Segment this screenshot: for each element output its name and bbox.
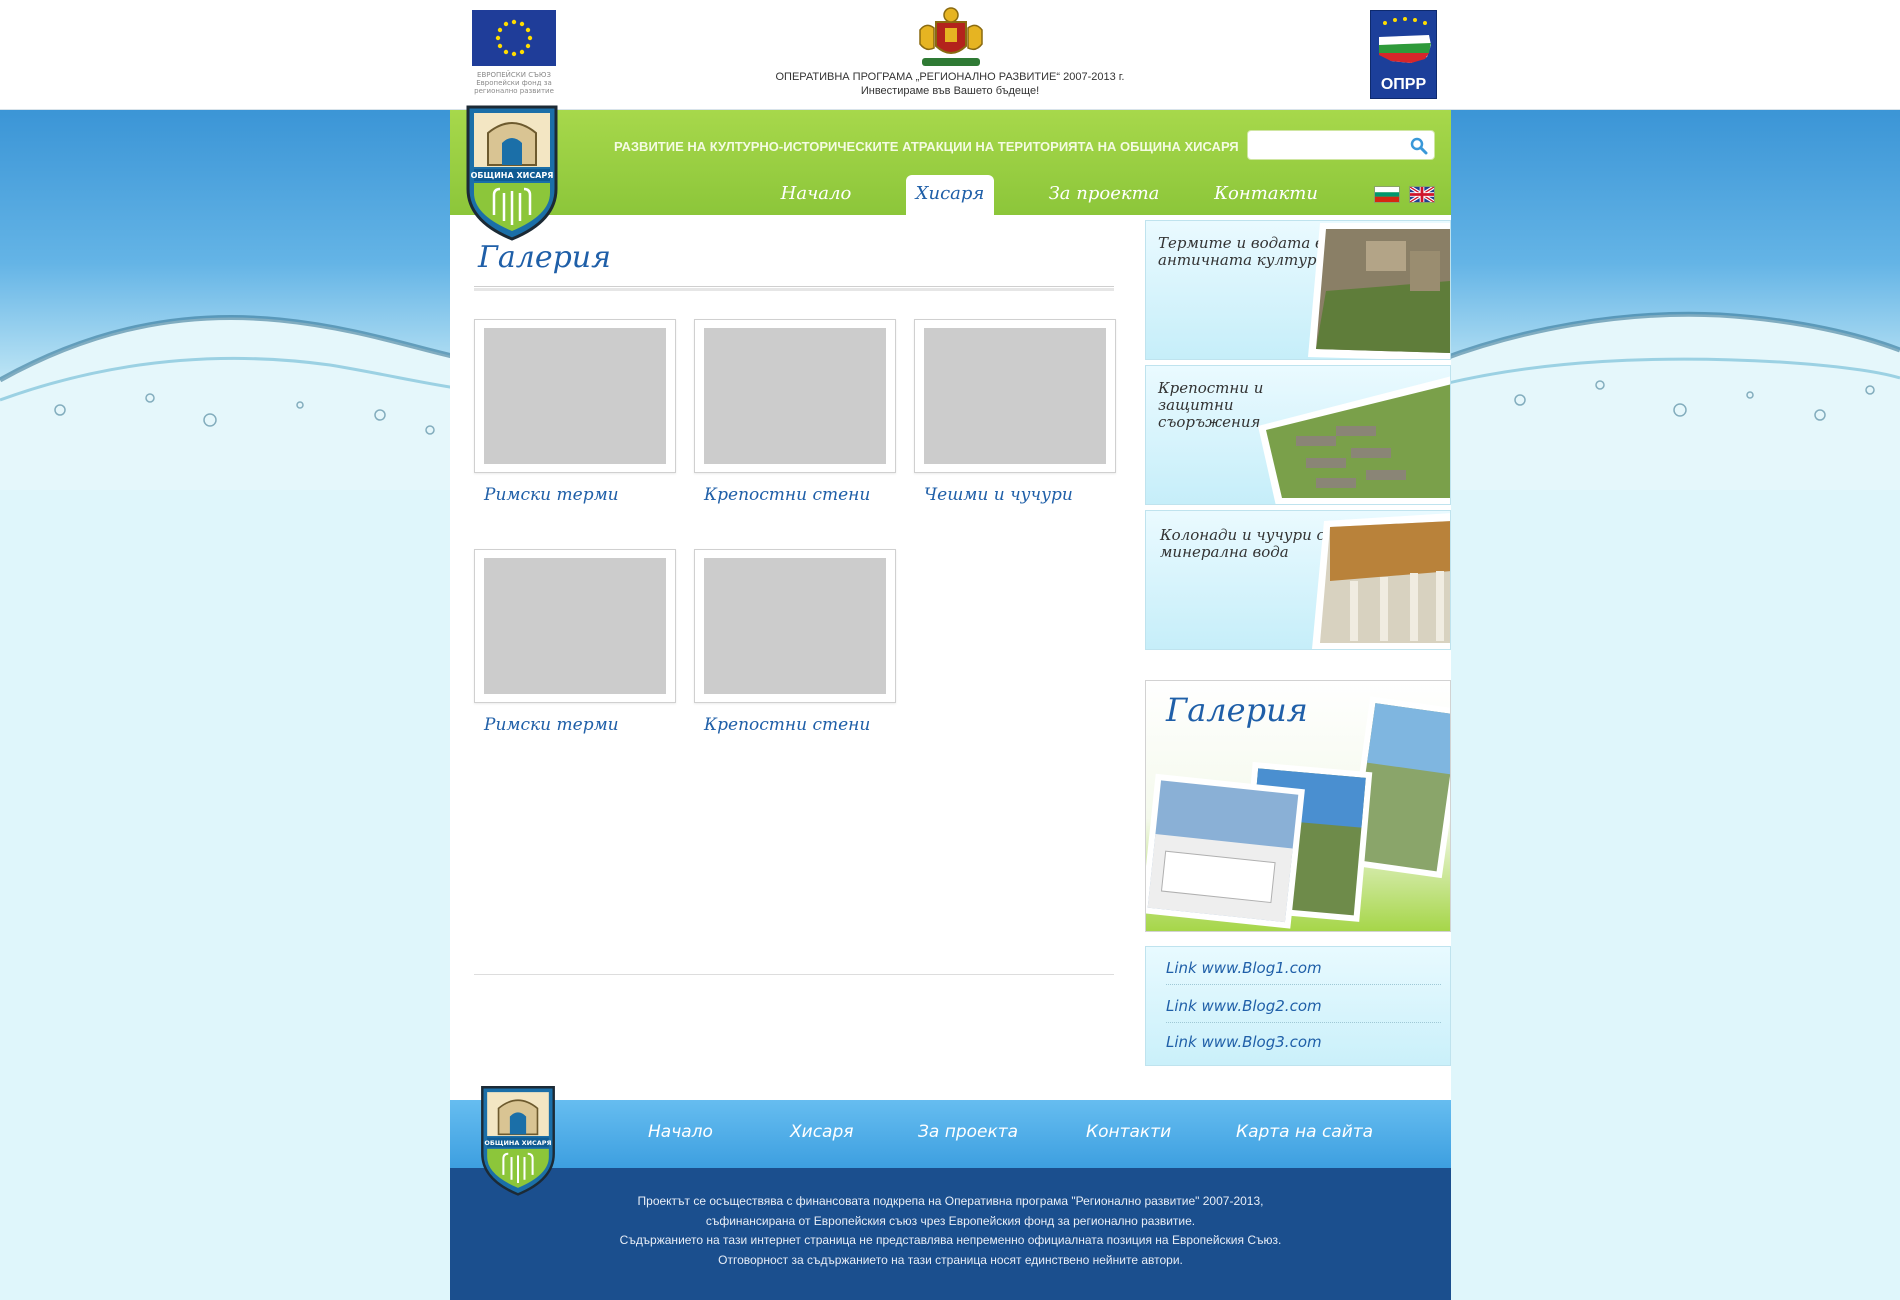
footer-link-about-project[interactable]: За проекта — [918, 1122, 1018, 1142]
footer-text-line: Отговорност за съдържанието на тази стра… — [718, 1252, 1183, 1267]
gallery-caption[interactable]: Крепостни стени — [704, 485, 870, 505]
footer-link-contacts[interactable]: Контакти — [1086, 1122, 1171, 1142]
oprr-logo: ОПРР — [1370, 10, 1437, 99]
uk-flag-icon[interactable] — [1409, 186, 1435, 203]
municipality-crest-logo[interactable]: ОБЩИНА ХИСАРЯ — [464, 103, 560, 241]
blog-link[interactable]: Link www.Blog2.com — [1166, 987, 1441, 1023]
page-title: Галерия — [478, 240, 611, 275]
program-slogan: Инвестираме във Вашето бъдеще! — [860, 85, 1040, 97]
gallery-thumbnail[interactable] — [694, 319, 896, 473]
promo-title: Колонади и чучури с минерална вода — [1160, 526, 1325, 561]
promo-fortress-card[interactable]: Крепостни и защитни съоръжения — [1145, 365, 1451, 505]
gallery-widget[interactable]: Галерия — [1145, 680, 1451, 932]
fortress-walls-photo — [1258, 376, 1450, 504]
colonnade-photo — [1312, 513, 1450, 649]
bulgarian-coat-of-arms-icon — [919, 7, 983, 66]
crest-label: ОБЩИНА ХИСАРЯ — [484, 1139, 551, 1147]
gallery-thumbnail[interactable] — [474, 319, 676, 473]
gallery-thumbnail[interactable] — [694, 549, 896, 703]
blog-link[interactable]: Link www.Blog1.com — [1166, 949, 1441, 985]
promo-colonnades-card[interactable]: Колонади и чучури с минерална вода — [1145, 510, 1451, 650]
roman-baths-photo — [1308, 223, 1450, 359]
oprr-logo-label: ОПРР — [1380, 76, 1427, 93]
gallery-thumbnail[interactable] — [474, 549, 676, 703]
content-divider — [474, 974, 1114, 975]
search-icon[interactable] — [1410, 137, 1428, 155]
gallery-collage-photos — [1146, 696, 1450, 929]
promo-title: Термите и водата в античната култура — [1158, 234, 1326, 269]
thumbnail-placeholder — [704, 558, 886, 694]
gallery-caption[interactable]: Римски терми — [484, 485, 619, 505]
footer-link-home[interactable]: Начало — [648, 1122, 713, 1142]
footer-navigation: Начало Хисаря За проекта Контакти Карта … — [450, 1100, 1451, 1168]
footer-text-line: съфинансирана от Европейския съюз чрез Е… — [705, 1213, 1196, 1228]
program-statement: ОПЕРАТИВНА ПРОГРАМА „РЕГИОНАЛНО РАЗВИТИЕ… — [700, 70, 1200, 98]
gallery-caption[interactable]: Чешми и чучури — [924, 485, 1073, 505]
bulgaria-map-icon — [1379, 17, 1431, 63]
tab-home[interactable]: Начало — [776, 175, 856, 215]
gallery-caption[interactable]: Римски терми — [484, 715, 619, 735]
crest-label: ОБЩИНА ХИСАРЯ — [471, 171, 554, 180]
eu-logo-caption: ЕВРОПЕЙСКИ СЪЮЗ Европейски фонд за регио… — [474, 71, 554, 95]
thumbnail-placeholder — [484, 328, 666, 464]
tab-hisarya[interactable]: Хисаря — [906, 175, 994, 215]
tab-contacts[interactable]: Контакти — [1214, 175, 1318, 215]
partner-logo-bar: ЕВРОПЕЙСКИ СЪЮЗ Европейски фонд за регио… — [0, 0, 1900, 110]
search-input[interactable] — [1254, 136, 1404, 156]
gallery-thumbnail[interactable] — [914, 319, 1116, 473]
footer-text-line: Проектът се осъществява с финансовата по… — [637, 1194, 1264, 1208]
thumbnail-placeholder — [704, 328, 886, 464]
eu-flag-logo — [472, 10, 556, 66]
title-divider — [474, 286, 1114, 291]
bulgarian-flag-icon[interactable] — [1374, 186, 1400, 203]
footer-link-hisarya[interactable]: Хисаря — [790, 1122, 853, 1142]
header-tagline: РАЗВИТИЕ НА КУЛТУРНО-ИСТОРИЧЕСКИТЕ АТРАК… — [614, 139, 1239, 154]
site-header: РАЗВИТИЕ НА КУЛТУРНО-ИСТОРИЧЕСКИТЕ АТРАК… — [450, 105, 1451, 241]
footer-disclaimer: Проектът се осъществява с финансовата по… — [450, 1168, 1451, 1300]
program-title: ОПЕРАТИВНА ПРОГРАМА „РЕГИОНАЛНО РАЗВИТИЕ… — [775, 71, 1125, 83]
promo-baths-card[interactable]: Термите и водата в античната култура — [1145, 220, 1451, 360]
page-container: РАЗВИТИЕ НА КУЛТУРНО-ИСТОРИЧЕСКИТЕ АТРАК… — [450, 105, 1451, 1300]
blog-link[interactable]: Link www.Blog3.com — [1166, 1023, 1441, 1059]
gallery-caption[interactable]: Крепостни стени — [704, 715, 870, 735]
search-box — [1247, 130, 1435, 160]
thumbnail-placeholder — [484, 558, 666, 694]
municipality-crest-footer-logo[interactable]: ОБЩИНА ХИСАРЯ — [478, 1084, 558, 1196]
blog-links-box: Link www.Blog1.com Link www.Blog2.com Li… — [1145, 946, 1451, 1066]
thumbnail-placeholder — [924, 328, 1106, 464]
tab-about-project[interactable]: За проекта — [1046, 175, 1162, 215]
footer-link-sitemap[interactable]: Карта на сайта — [1236, 1122, 1373, 1142]
footer-text-line: Съдържанието на тази интернет страница н… — [619, 1233, 1282, 1247]
